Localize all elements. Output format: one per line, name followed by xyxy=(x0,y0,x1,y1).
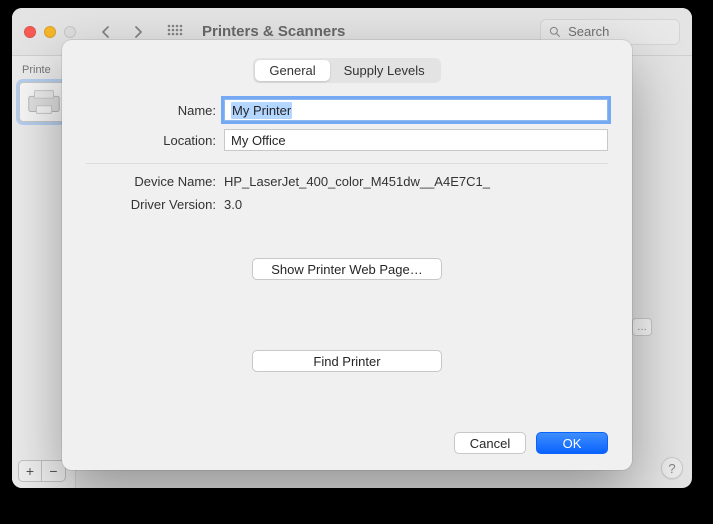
show-web-page-button[interactable]: Show Printer Web Page… xyxy=(252,258,442,280)
printer-options-sheet: General Supply Levels Name: My Printer L… xyxy=(62,40,632,470)
ok-button[interactable]: OK xyxy=(536,432,608,454)
find-printer-button[interactable]: Find Printer xyxy=(252,350,442,372)
name-label: Name: xyxy=(86,103,216,118)
add-printer-button[interactable]: + xyxy=(18,460,42,482)
printer-icon xyxy=(25,86,63,118)
location-label: Location: xyxy=(86,133,216,148)
location-field[interactable]: My Office xyxy=(224,129,608,151)
driver-version-label: Driver Version: xyxy=(86,197,216,212)
cancel-button[interactable]: Cancel xyxy=(454,432,526,454)
device-name-value: HP_LaserJet_400_color_M451dw__A4E7C1_ xyxy=(224,174,608,189)
search-icon xyxy=(549,25,560,38)
tab-general[interactable]: General xyxy=(255,60,329,81)
window-title: Printers & Scanners xyxy=(202,23,345,40)
minimize-window-button[interactable] xyxy=(44,26,56,38)
close-window-button[interactable] xyxy=(24,26,36,38)
name-field[interactable]: My Printer xyxy=(224,99,608,121)
divider xyxy=(86,163,608,164)
driver-version-value: 3.0 xyxy=(224,197,608,212)
help-button[interactable]: ? xyxy=(661,457,683,479)
window-controls xyxy=(24,26,76,38)
tab-bar: General Supply Levels xyxy=(253,58,440,83)
name-value: My Printer xyxy=(231,102,292,119)
location-value: My Office xyxy=(231,133,286,148)
search-input[interactable] xyxy=(566,23,671,40)
printer-list-item[interactable] xyxy=(19,82,69,122)
options-overflow-button[interactable]: … xyxy=(632,318,652,336)
tab-supply-levels[interactable]: Supply Levels xyxy=(330,60,439,81)
device-name-label: Device Name: xyxy=(86,174,216,189)
zoom-window-button[interactable] xyxy=(64,26,76,38)
